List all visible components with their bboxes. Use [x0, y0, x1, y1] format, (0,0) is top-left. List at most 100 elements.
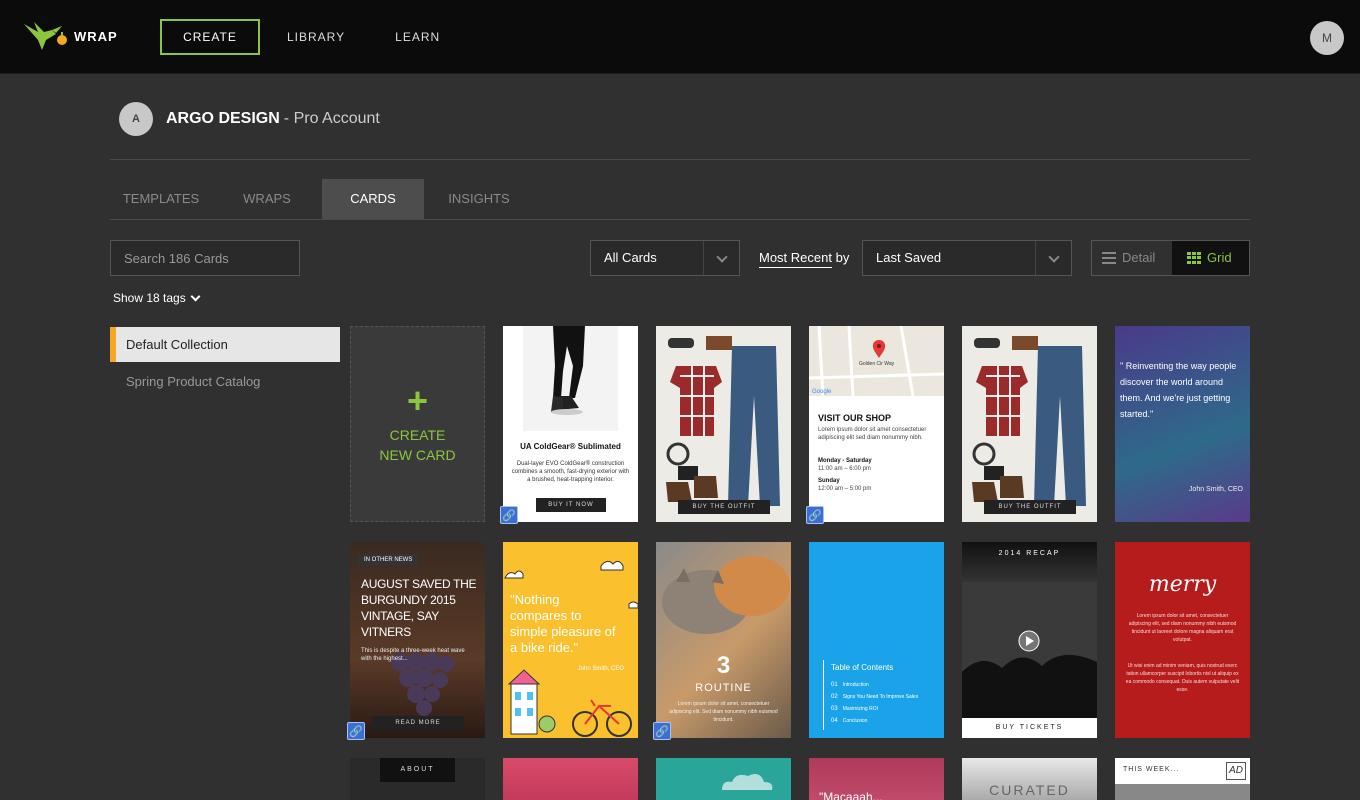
collection-spring-catalog[interactable]: Spring Product Catalog — [110, 364, 340, 399]
hours-value: 12:00 am – 5:00 pm — [818, 486, 872, 492]
plus-icon: + — [406, 380, 429, 421]
card-tile[interactable]: BUY THE OUTFIT — [962, 326, 1097, 522]
view-detail-button[interactable]: Detail — [1092, 241, 1172, 275]
card-tile[interactable]: "Nothing compares to simple pleasure of … — [503, 542, 638, 738]
card-tile[interactable] — [656, 758, 791, 800]
outfit-flatlay-image — [962, 326, 1097, 522]
sort-by-text: by — [835, 250, 850, 265]
svg-text:Google: Google — [812, 389, 832, 395]
link-icon: 🔗 — [806, 506, 824, 524]
search-input[interactable] — [110, 240, 300, 276]
sort-value: Last Saved — [876, 250, 942, 265]
cloud-icon — [722, 774, 773, 790]
card-tile[interactable]: Google Golden Cir Way VISIT OUR SHOP Lor… — [806, 326, 944, 524]
card-title: VISIT OUR SHOP — [818, 413, 892, 423]
card-cta: BUY THE OUTFIT — [984, 500, 1076, 514]
card-quote: " Reinventing the way people discover th… — [1120, 361, 1237, 419]
view-toggle: Detail Grid — [1091, 240, 1250, 276]
map-street-label: Golden Cir Way — [859, 361, 895, 367]
view-detail-label: Detail — [1122, 250, 1156, 265]
tab-cards[interactable]: CARDS — [322, 179, 424, 219]
app-name: WRAP — [74, 28, 118, 44]
wrap-logo[interactable]: WRAP — [22, 18, 118, 54]
card-body: Lorem ipsum dolor sit amet, consectetuer… — [1128, 613, 1237, 643]
card-image — [1115, 784, 1250, 800]
card-tile[interactable]: UA ColdGear® Sublimated Dual-layer EVO C… — [500, 326, 638, 524]
card-tile[interactable]: CURATED — [962, 758, 1097, 800]
user-avatar[interactable]: M — [1310, 21, 1344, 55]
card-tile[interactable]: " Reinventing the way people discover th… — [1115, 326, 1250, 522]
nav-create[interactable]: CREATE — [160, 19, 260, 55]
divider — [110, 219, 1250, 220]
chevron-down-icon — [1035, 241, 1071, 275]
card-tile[interactable]: Table of Contents 01 Introduction 02 Sig… — [809, 542, 944, 738]
toc-item: 01 Introduction — [831, 682, 869, 688]
link-icon: 🔗 — [500, 506, 518, 524]
sort-order-link[interactable]: Most Recent — [759, 250, 832, 268]
card-tile[interactable]: 3 ROUTINE Lorem ipsum dolor sit amet, co… — [653, 542, 791, 740]
sleeping-cat-image — [662, 556, 790, 634]
chevron-down-icon — [703, 241, 739, 275]
account-avatar: A — [119, 102, 153, 136]
card-title: ROUTINE — [695, 682, 752, 694]
concert-crowd-image — [962, 582, 1097, 718]
card-body: Lorem ipsum dolor sit amet consectetuer … — [818, 427, 927, 441]
toc-title: Table of Contents — [831, 663, 894, 672]
toc-item-number: 02 — [831, 694, 838, 700]
card-tag: 2014 RECAP — [998, 550, 1061, 557]
card-body: This is despite a three-week heat wave w… — [361, 648, 465, 662]
view-grid-button[interactable]: Grid — [1172, 241, 1249, 275]
hours-label: Sunday — [818, 478, 840, 484]
hours-value: 11:00 am – 6:00 pm — [818, 466, 871, 472]
hours-label: Monday - Saturday — [818, 458, 872, 464]
account-name: ARGO DESIGN — [166, 110, 280, 127]
card-badge: AD — [1226, 762, 1246, 780]
card-body: Dual-layer EVO ColdGear® construction co… — [511, 461, 630, 483]
hummingbird-logo-icon — [24, 22, 67, 50]
card-filter-select[interactable]: All Cards — [590, 240, 740, 276]
card-headline: AUGUST SAVED THE BURGUNDY 2015 VINTAGE, … — [361, 577, 477, 639]
toc-item-number: 03 — [831, 706, 838, 712]
card-tile[interactable]: THIS WEEK... AD — [1115, 758, 1250, 800]
link-icon: 🔗 — [347, 722, 365, 740]
toc-item-number: 01 — [831, 682, 838, 688]
card-cta: BUY TICKETS — [962, 718, 1097, 738]
card-body: Ut wisi enim ad minim veniam, quis nostr… — [1125, 663, 1240, 693]
divider — [110, 159, 1250, 160]
toc-item-label: Conclusion — [842, 718, 868, 724]
top-bar: WRAP CREATE LIBRARY LEARN M — [0, 0, 1360, 74]
card-tile[interactable]: merry Lorem ipsum dolor sit amet, consec… — [1115, 542, 1250, 738]
card-cta: BUY THE OUTFIT — [678, 500, 770, 514]
nav-learn[interactable]: LEARN — [395, 19, 440, 55]
tab-insights[interactable]: INSIGHTS — [424, 179, 534, 219]
collection-default[interactable]: Default Collection — [110, 327, 340, 362]
link-icon: 🔗 — [653, 722, 671, 740]
nav-library[interactable]: LIBRARY — [287, 19, 345, 55]
card-tile[interactable]: IN OTHER NEWS AUGUST SAVED THE BURGUNDY … — [347, 542, 485, 740]
card-title: UA ColdGear® Sublimated — [520, 442, 621, 451]
list-icon — [1102, 252, 1116, 264]
account-type: - Pro Account — [283, 110, 380, 127]
card-tile[interactable]: 2014 RECAP BUY TICKETS — [962, 542, 1097, 738]
card-tile[interactable]: "Macaaah... — [809, 758, 944, 800]
card-filter-value: All Cards — [604, 250, 657, 265]
card-title: merry — [1148, 572, 1217, 597]
card-author: John Smith, CEO — [577, 666, 624, 672]
tab-templates[interactable]: TEMPLATES — [110, 179, 212, 219]
card-tile[interactable]: ABOUT — [350, 758, 485, 800]
create-new-card-button[interactable]: + CREATE NEW CARD — [350, 326, 485, 522]
show-tags-label: Show 18 tags — [113, 291, 186, 305]
card-quote: "Nothing compares to simple pleasure of … — [510, 592, 616, 655]
toc-item: 02 Signs You Need To Improve Sales — [831, 694, 918, 700]
card-author: John Smith, CEO — [1188, 486, 1243, 493]
tab-wraps[interactable]: WRAPS — [212, 179, 322, 219]
sort-select[interactable]: Last Saved — [862, 240, 1072, 276]
card-tag: ABOUT — [380, 758, 455, 782]
card-cta: BUY IT NOW — [536, 498, 606, 512]
leggings-image — [523, 326, 618, 431]
show-tags-toggle[interactable]: Show 18 tags — [113, 291, 201, 305]
library-tabs: TEMPLATES WRAPS CARDS INSIGHTS — [110, 179, 534, 219]
card-tile[interactable] — [503, 758, 638, 800]
card-tile[interactable]: BUY THE OUTFIT — [656, 326, 791, 522]
sort-label: Most Recent by — [759, 250, 850, 268]
